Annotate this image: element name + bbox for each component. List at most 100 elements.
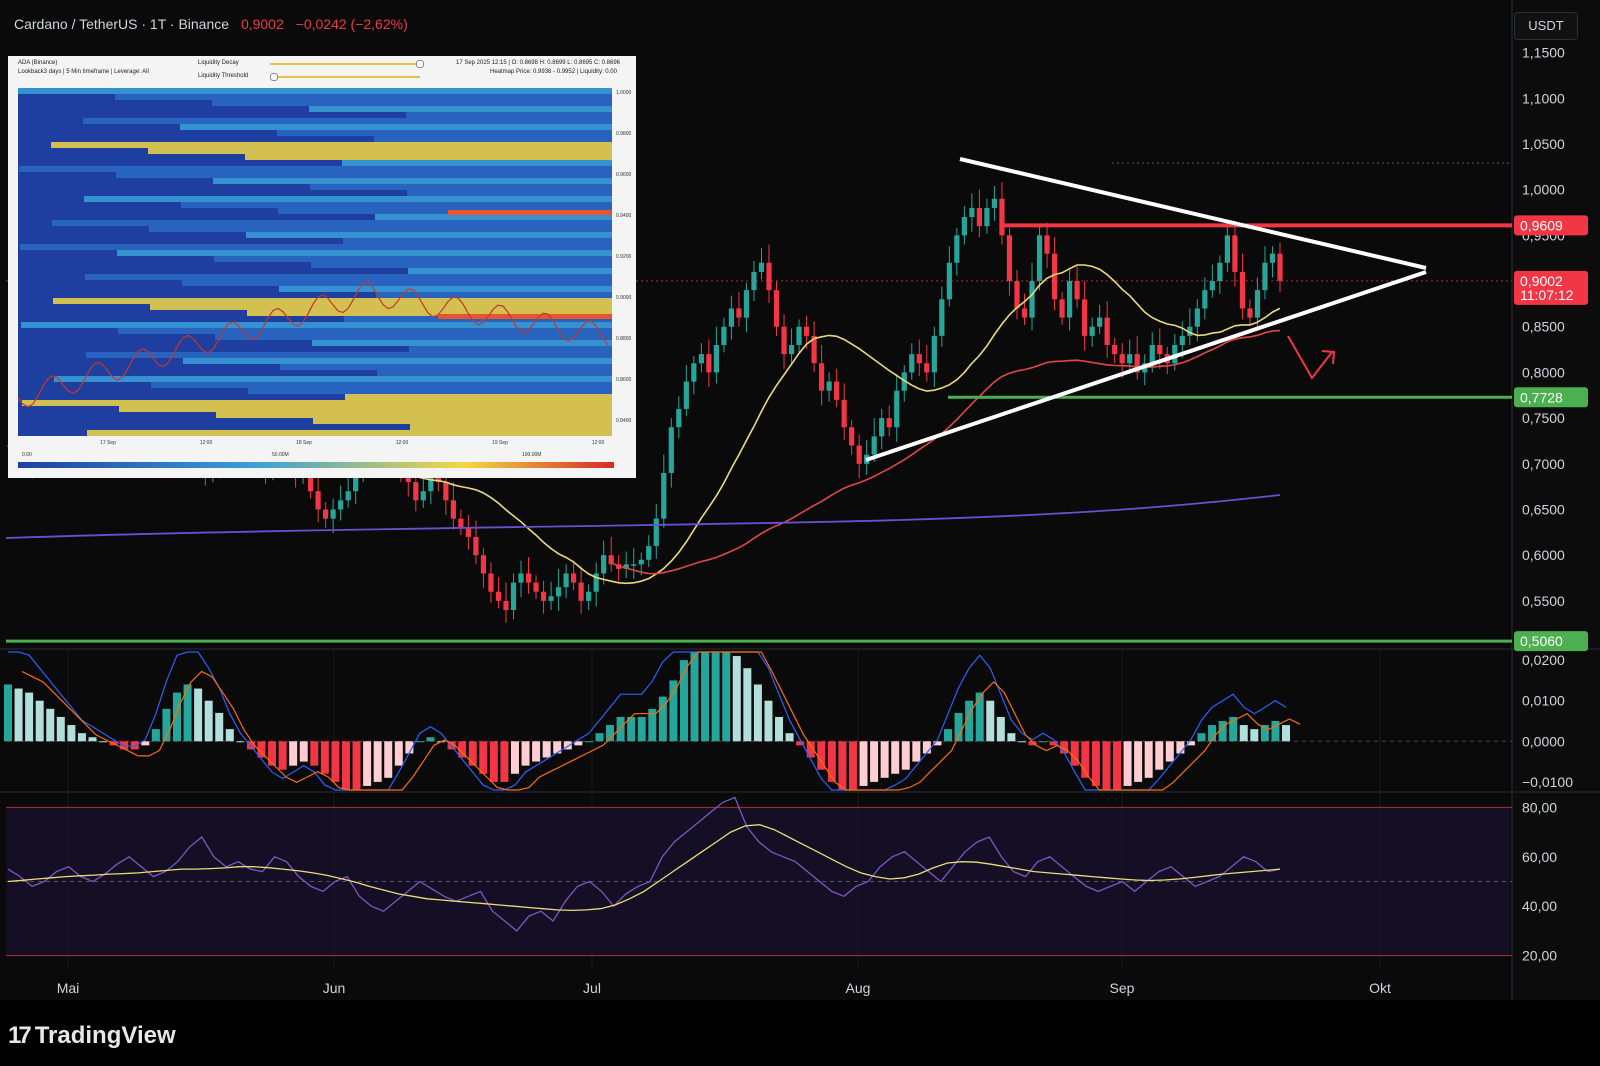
macd-histogram-bar — [1134, 741, 1143, 782]
heatmap-hot-band — [448, 210, 612, 215]
heatmap-band — [407, 190, 612, 196]
candle-body — [834, 381, 840, 400]
macd-tick-label: 0,0000 — [1522, 733, 1565, 749]
macd-histogram-bar — [120, 741, 129, 750]
heatmap-band — [118, 328, 612, 334]
candle-body — [601, 555, 607, 574]
price-tick-label: 0,7000 — [1522, 456, 1565, 472]
heatmap-band — [377, 370, 612, 376]
symbol-header: Cardano / TetherUS · 1T · Binance 0,9002… — [14, 16, 408, 32]
candle-body — [1202, 290, 1208, 309]
price-tick-label: 0,6500 — [1522, 501, 1565, 517]
macd-histogram-bar — [595, 733, 604, 742]
liquidity-decay-slider[interactable] — [270, 63, 420, 65]
price-tick-label: 0,7500 — [1522, 410, 1565, 426]
heatmap-x-tick: 12:00 — [592, 440, 605, 446]
macd-histogram-bar — [637, 716, 646, 742]
macd-histogram-bar — [394, 741, 403, 766]
candle-body — [443, 482, 449, 501]
macd-histogram-bar — [1017, 741, 1026, 743]
candle-body — [931, 335, 937, 373]
candle-body — [323, 509, 329, 519]
heatmap-band — [277, 130, 612, 136]
candle-body — [841, 399, 847, 428]
macd-histogram-bar — [310, 741, 319, 766]
candle-body — [736, 308, 742, 318]
macd-histogram-bar — [172, 692, 181, 742]
heatmap-band — [119, 406, 612, 412]
macd-histogram-bar — [1176, 741, 1185, 754]
macd-histogram-bar — [891, 741, 900, 774]
candle-body — [465, 527, 472, 537]
macd-histogram-bar — [67, 725, 76, 742]
macd-histogram-bar — [722, 652, 731, 742]
candle-body — [661, 472, 667, 519]
macd-histogram-bar — [996, 716, 1005, 742]
macd-histogram-bar — [1123, 741, 1132, 786]
heatmap-band — [51, 142, 612, 148]
candle-body — [563, 573, 569, 588]
heatmap-band — [409, 346, 612, 352]
heatmap-band — [85, 274, 612, 280]
rsi-tick-label: 60,00 — [1522, 849, 1557, 865]
macd-histogram-bar — [848, 741, 857, 790]
heatmap-band — [86, 352, 612, 358]
candle-body — [818, 363, 825, 391]
heatmap-y-tick: 0.9800 — [616, 131, 632, 137]
liquidity-decay-knob[interactable] — [416, 60, 424, 68]
currency-button[interactable]: USDT — [1514, 12, 1578, 40]
macd-histogram-bar — [616, 716, 625, 742]
candle-body — [1194, 308, 1200, 327]
heatmap-band — [280, 364, 612, 370]
candle-body — [781, 326, 787, 355]
macd-histogram-bar — [1282, 725, 1290, 742]
candle-body — [1209, 281, 1215, 291]
price-tick-label: 1,1500 — [1522, 45, 1565, 61]
macd-histogram-bar — [56, 716, 65, 742]
candle-body — [1059, 299, 1065, 318]
heatmap-band — [345, 394, 612, 400]
macd-histogram-bar — [468, 741, 477, 766]
heatmap-y-tick: 0.9000 — [616, 295, 632, 301]
inset-subtitle: Lookback3 days | 5 Min timeframe | Lever… — [18, 69, 149, 75]
macd-histogram-bar — [352, 741, 361, 790]
macd-histogram-bar — [912, 741, 921, 762]
candle-body — [999, 198, 1005, 236]
macd-histogram-bar — [479, 741, 488, 774]
macd-histogram-bar — [1239, 725, 1248, 742]
price-label-text: 0,7728 — [1520, 389, 1563, 405]
macd-histogram-bar — [320, 741, 329, 774]
candle-body — [1104, 317, 1110, 345]
heatmap-x-tick: 12:00 — [200, 440, 213, 446]
candle-body — [450, 500, 456, 519]
candle-body — [1232, 235, 1238, 272]
heatmap-band — [150, 304, 612, 310]
macd-histogram-bar — [690, 652, 699, 742]
heatmap-band — [19, 166, 612, 172]
macd-histogram-bar — [341, 741, 350, 790]
chart-frame: 1,15001,10001,05001,00000,95000,90000,85… — [0, 0, 1600, 1066]
candle-body — [1089, 326, 1095, 336]
heatmap-band — [245, 154, 612, 160]
macd-histogram-bar — [510, 741, 519, 774]
candle-body — [1149, 345, 1155, 364]
candle-body — [1066, 281, 1073, 318]
candle-body — [698, 354, 704, 364]
macd-histogram-bar — [1155, 741, 1164, 770]
macd-histogram-bar — [77, 733, 86, 742]
macd-histogram-bar — [14, 688, 23, 742]
candle-body — [473, 536, 479, 556]
liquidity-heatmap-inset: ADA (Binance) Lookback3 days | 5 Min tim… — [8, 56, 636, 478]
candle-body — [1097, 317, 1103, 327]
candle-body — [743, 290, 750, 318]
candle-body — [954, 235, 960, 263]
macd-histogram-bar — [732, 656, 741, 742]
candle-body — [788, 345, 795, 355]
macd-histogram-bar — [278, 741, 287, 770]
macd-histogram-bar — [532, 741, 541, 762]
candle-body — [1269, 253, 1276, 263]
heatmap-band — [22, 400, 612, 406]
tv-mark-icon: 17 — [8, 1022, 32, 1049]
candle-body — [668, 427, 674, 473]
candle-body — [1119, 354, 1125, 364]
